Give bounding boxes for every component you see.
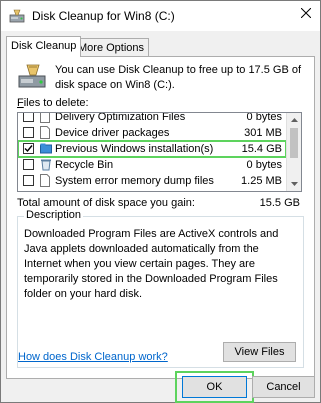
intro-text: You can use Disk Cleanup to free up to 1… (55, 64, 302, 91)
files-list[interactable]: Delivery Optimization Files 0 bytes Devi… (17, 112, 302, 192)
description-group: Description Downloaded Program Files are… (17, 209, 304, 368)
cancel-button[interactable]: Cancel (252, 376, 315, 398)
view-files-label: View Files (234, 346, 285, 358)
item-size: 15.4 GB (241, 143, 282, 155)
cancel-label: Cancel (266, 381, 301, 393)
item-name: System error memory dump files (55, 175, 214, 187)
item-size: 0 bytes (246, 112, 282, 123)
total-value: 15.5 GB (259, 197, 300, 209)
checkbox[interactable] (23, 143, 34, 154)
close-icon (300, 8, 311, 18)
files-label-rest: iles to delete: (23, 97, 89, 109)
checkbox[interactable] (23, 113, 34, 122)
ok-button[interactable]: OK (182, 376, 247, 398)
view-files-button[interactable]: View Files (223, 342, 296, 362)
item-name: Recycle Bin (55, 159, 114, 171)
item-name: Device driver packages (55, 127, 170, 139)
disk-cleanup-icon (9, 9, 25, 23)
total-label: Total amount of disk space you gain: (17, 197, 195, 209)
item-size: 1.25 MB (241, 175, 282, 187)
list-item[interactable]: Recycle Bin 0 bytes (18, 157, 286, 173)
list-item[interactable]: Device driver packages 301 MB (18, 125, 286, 141)
list-scrollbar[interactable] (286, 113, 301, 191)
checkbox[interactable] (23, 159, 34, 170)
checkbox[interactable] (23, 175, 34, 186)
tab-disk-cleanup-label: Disk Cleanup (11, 40, 77, 52)
list-item[interactable]: System error memory dump files 1.25 MB (18, 173, 286, 189)
item-size: 301 MB (244, 127, 282, 139)
files-to-delete-label: Files to delete: (17, 97, 89, 109)
checkbox[interactable] (23, 127, 34, 138)
check-icon (24, 145, 33, 153)
dialog-body: Disk Cleanup More Options You can use Di… (1, 31, 320, 403)
window-title: Disk Cleanup for Win8 (C:) (32, 9, 175, 23)
description-text: Downloaded Program Files are ActiveX con… (24, 228, 279, 300)
windows-folder-icon (40, 142, 52, 155)
item-name: Delivery Optimization Files (55, 112, 186, 123)
tab-more-options-label: More Options (78, 42, 145, 54)
close-button[interactable] (291, 1, 320, 25)
file-icon (40, 113, 50, 123)
tab-disk-cleanup[interactable]: Disk Cleanup (6, 36, 82, 57)
description-title: Description (24, 209, 84, 221)
item-size: 0 bytes (246, 159, 282, 171)
ok-label: OK (206, 381, 223, 393)
scroll-up-icon[interactable] (287, 113, 301, 127)
help-link[interactable]: How does Disk Cleanup work? (18, 351, 168, 363)
disk-cleanup-window: Disk Cleanup for Win8 (C:) Disk Cleanup … (0, 0, 321, 403)
list-item[interactable]: Previous Windows installation(s) 15.4 GB (18, 140, 287, 158)
list-item[interactable]: Delivery Optimization Files 0 bytes (18, 112, 286, 125)
recycle-bin-icon (40, 158, 51, 171)
item-name: Previous Windows installation(s) (55, 143, 214, 155)
file-icon (40, 174, 50, 187)
title-bar: Disk Cleanup for Win8 (C:) (1, 1, 320, 31)
scroll-down-icon[interactable] (287, 177, 301, 191)
tab-more-options[interactable]: More Options (73, 38, 150, 57)
file-icon (40, 126, 50, 139)
drive-icon (17, 63, 47, 91)
scroll-thumb[interactable] (290, 128, 298, 158)
tab-panel: You can use Disk Cleanup to free up to 1… (6, 56, 315, 379)
